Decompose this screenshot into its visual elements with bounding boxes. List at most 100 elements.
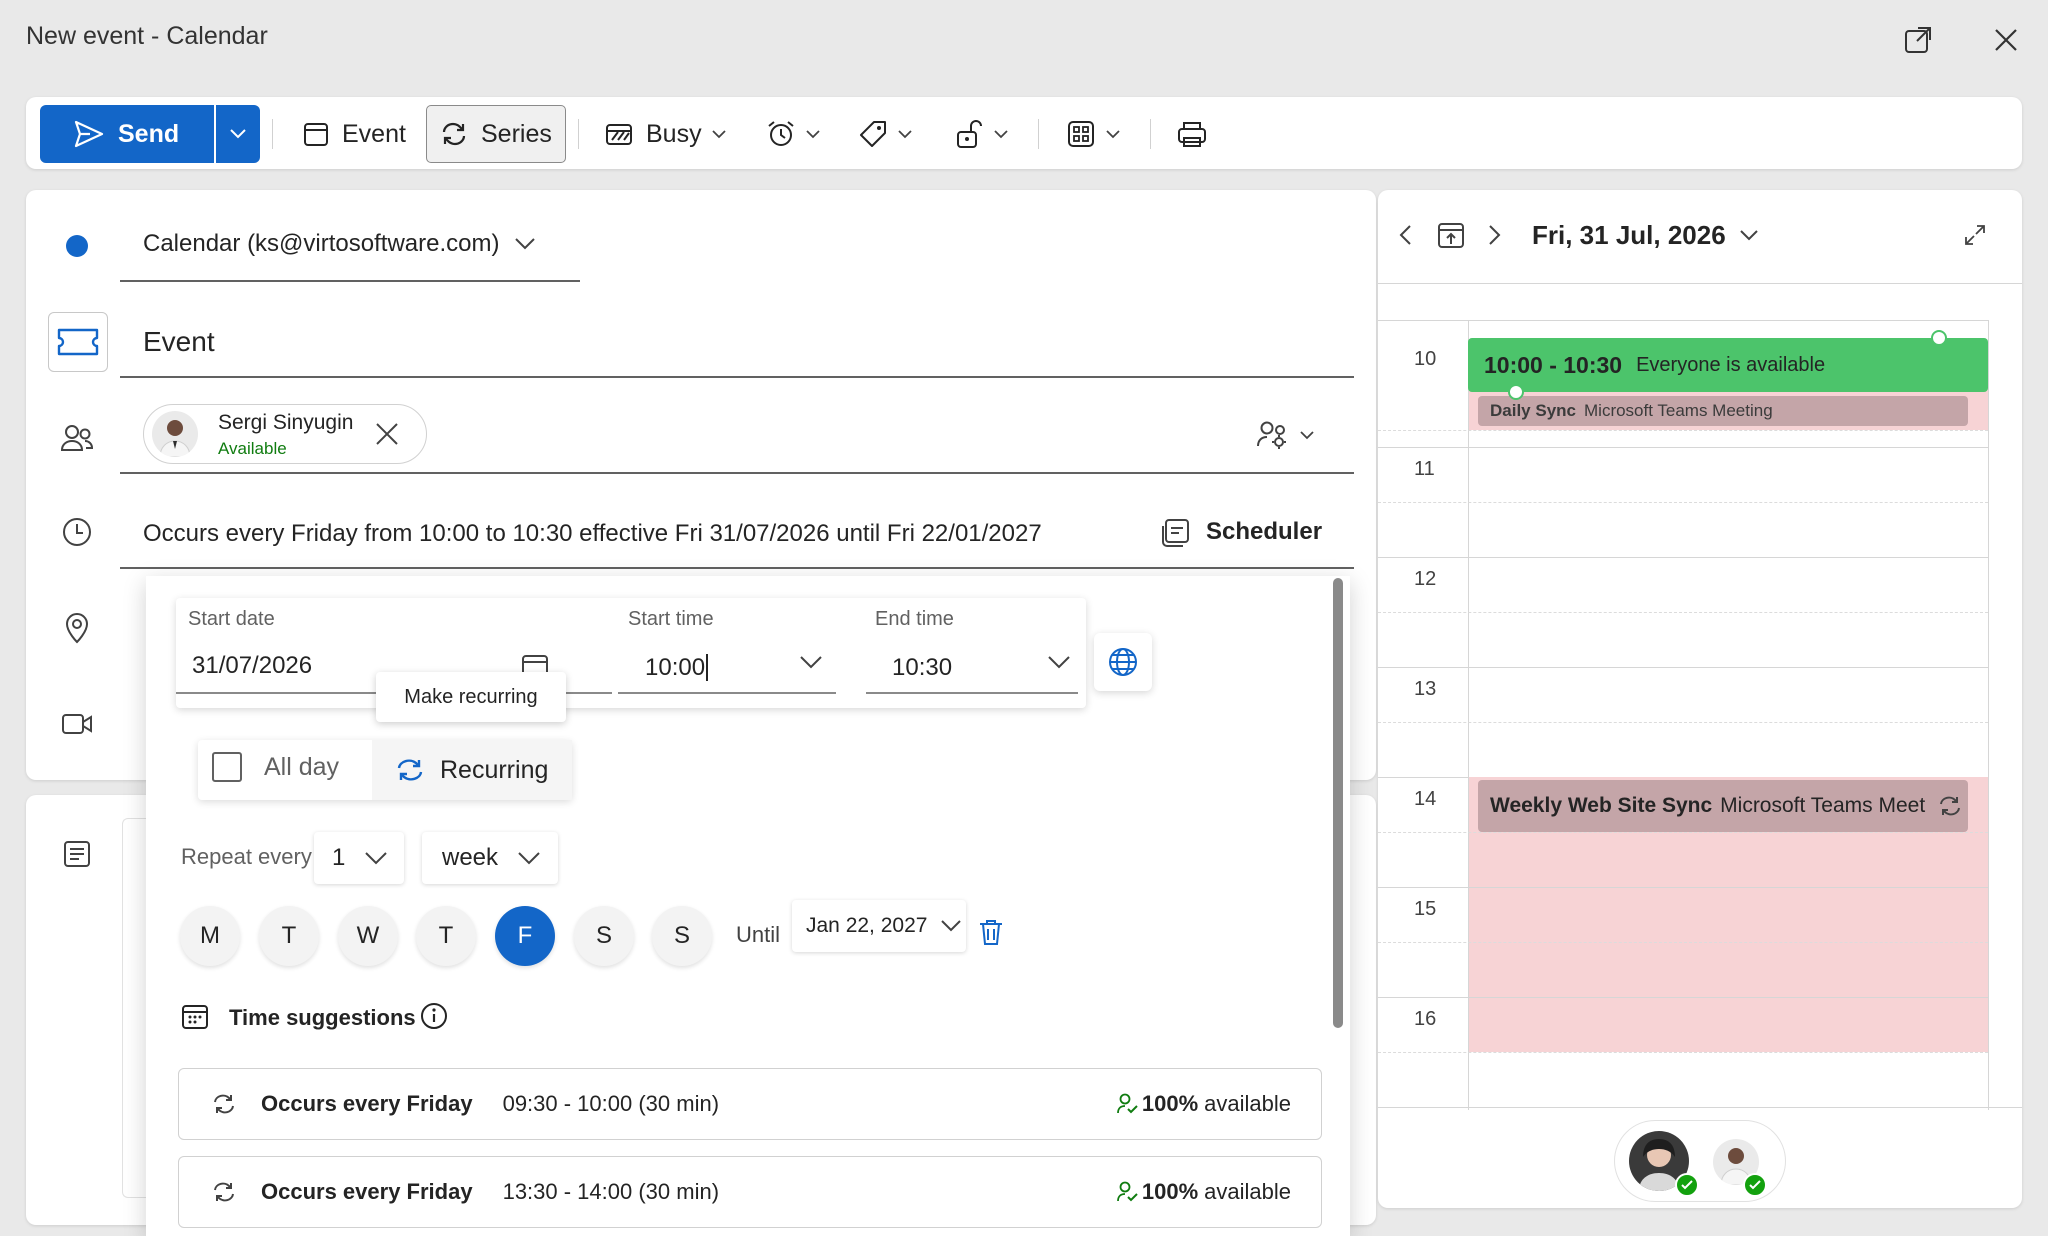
- show-as-dropdown[interactable]: Busy: [596, 105, 734, 163]
- chevron-down-icon: [518, 851, 540, 864]
- repeat-every-label: Repeat every: [181, 844, 312, 869]
- reminder-dropdown[interactable]: [758, 105, 828, 163]
- until-date-dropdown[interactable]: Jan 22, 2027: [792, 900, 966, 952]
- send-options-dropdown[interactable]: [216, 105, 260, 163]
- end-time-input[interactable]: 10:30: [892, 654, 952, 682]
- divider: [1378, 283, 2022, 284]
- alarm-icon: [768, 121, 794, 146]
- new-event-slot[interactable]: 10:00 - 10:30 Everyone is available: [1468, 338, 1988, 392]
- grid-line: [1378, 1107, 2022, 1108]
- window-title: New event - Calendar: [26, 22, 268, 50]
- calendar-icon: [304, 123, 328, 146]
- apps-dropdown[interactable]: [1058, 105, 1128, 163]
- previous-day-button[interactable]: [1398, 224, 1412, 246]
- delete-until-button[interactable]: [978, 918, 1004, 946]
- hour-label: 10: [1414, 348, 1437, 370]
- suggestion-title: Occurs every Friday: [261, 1091, 473, 1116]
- scheduler-button[interactable]: Scheduler: [1160, 516, 1322, 548]
- end-time-label: End time: [875, 608, 954, 630]
- ribbon-toolbar: Send Event Series Busy: [26, 97, 2022, 169]
- attendee-chip[interactable]: Sergi Sinyugin Available: [143, 404, 427, 464]
- until-label: Until: [736, 922, 781, 947]
- grid-line: [1378, 887, 1988, 888]
- expand-button[interactable]: [1964, 224, 1986, 246]
- popup-scrollbar[interactable]: [1333, 578, 1343, 1028]
- time-zone-button[interactable]: [1094, 633, 1152, 691]
- day-thursday[interactable]: T: [416, 906, 476, 966]
- attendee-avatars[interactable]: [1614, 1120, 1786, 1202]
- resize-handle-top[interactable]: [1931, 330, 1947, 346]
- chevron-down-icon: [1048, 656, 1070, 669]
- repeat-unit-value: week: [442, 844, 499, 871]
- chevron-down-icon: [1106, 129, 1120, 138]
- clock-icon: [57, 512, 97, 552]
- privacy-dropdown[interactable]: [946, 105, 1016, 163]
- categorize-dropdown[interactable]: [850, 105, 920, 163]
- calendar-select[interactable]: Calendar (ks@virtosoftware.com): [143, 230, 536, 258]
- day-monday[interactable]: M: [180, 906, 240, 966]
- divider: [618, 692, 836, 694]
- info-icon[interactable]: [420, 1002, 448, 1030]
- repeat-interval-dropdown[interactable]: 1: [314, 832, 404, 884]
- send-label: Send: [118, 119, 180, 148]
- chevron-down-icon: [806, 129, 820, 138]
- day-tuesday[interactable]: T: [259, 906, 319, 966]
- date-picker-dropdown[interactable]: Fri, 31 Jul, 2026: [1532, 220, 1758, 251]
- checkbox-box: [212, 752, 242, 782]
- divider: [272, 119, 273, 149]
- grid-line: [1378, 997, 1988, 998]
- divider: [866, 692, 1078, 694]
- people-icon: [57, 418, 97, 458]
- chevron-down-icon: [515, 238, 536, 250]
- busy-icon: [606, 124, 632, 145]
- hour-label: 11: [1414, 458, 1435, 480]
- person-available-icon: [1116, 1181, 1138, 1202]
- chevron-down-icon: [365, 851, 388, 864]
- hour-label: 13: [1414, 678, 1437, 700]
- send-button[interactable]: Send: [40, 105, 214, 163]
- calendar-event-weekly-sync[interactable]: Weekly Web Site Sync Microsoft Teams Mee…: [1478, 780, 1968, 832]
- event-title-input[interactable]: Event: [143, 326, 215, 358]
- print-button[interactable]: [1168, 105, 1216, 163]
- recurring-icon: [397, 759, 423, 781]
- calendar-event-daily-sync[interactable]: Daily Sync Microsoft Teams Meeting: [1478, 396, 1968, 426]
- calendar-select-label: Calendar (ks@virtosoftware.com): [143, 230, 500, 257]
- all-day-checkbox[interactable]: All day: [212, 752, 339, 782]
- day-sunday[interactable]: S: [652, 906, 712, 966]
- hour-label: 12: [1414, 568, 1437, 590]
- calendar-color-dot: [66, 235, 88, 257]
- suggestion-item[interactable]: Occurs every Friday 13:30 - 14:00 (30 mi…: [178, 1156, 1322, 1228]
- day-wednesday[interactable]: W: [338, 906, 398, 966]
- attendee-status: Available: [218, 439, 287, 458]
- series-button[interactable]: Series: [426, 105, 566, 163]
- repeat-unit-dropdown[interactable]: week: [422, 832, 558, 884]
- day-friday[interactable]: F: [495, 906, 555, 966]
- start-time-dropdown[interactable]: [800, 656, 822, 669]
- day-saturday[interactable]: S: [574, 906, 634, 966]
- event-button[interactable]: Event: [294, 105, 414, 163]
- popout-button[interactable]: [1896, 18, 1940, 62]
- recurring-toggle[interactable]: Recurring: [372, 740, 572, 800]
- close-button[interactable]: [1984, 18, 2028, 62]
- chevron-left-icon: [1399, 225, 1411, 245]
- event-type-icon[interactable]: [48, 312, 108, 372]
- resize-handle-bottom[interactable]: [1508, 384, 1524, 400]
- start-date-input[interactable]: 31/07/2026: [192, 652, 312, 680]
- chevron-down-icon: [898, 129, 912, 138]
- person-available-icon: [1116, 1093, 1138, 1114]
- remove-attendee-button[interactable]: [374, 421, 400, 447]
- grid-line: [1378, 320, 1988, 321]
- start-time-input[interactable]: 10:00: [645, 654, 709, 682]
- recurring-label: Recurring: [440, 755, 549, 784]
- grid-line: [1378, 722, 1988, 723]
- recurrence-summary[interactable]: Occurs every Friday from 10:00 to 10:30 …: [143, 520, 1042, 548]
- hour-label: 14: [1414, 788, 1437, 810]
- today-button[interactable]: [1436, 220, 1466, 250]
- end-time-dropdown[interactable]: [1048, 656, 1070, 669]
- attendee-name: Sergi Sinyugin: [218, 411, 354, 434]
- suggestion-item[interactable]: Occurs every Friday 09:30 - 10:00 (30 mi…: [178, 1068, 1322, 1140]
- start-date-label: Start date: [188, 608, 275, 630]
- divider: [120, 472, 1354, 474]
- attendee-options-button[interactable]: [1256, 420, 1314, 450]
- next-day-button[interactable]: [1488, 224, 1502, 246]
